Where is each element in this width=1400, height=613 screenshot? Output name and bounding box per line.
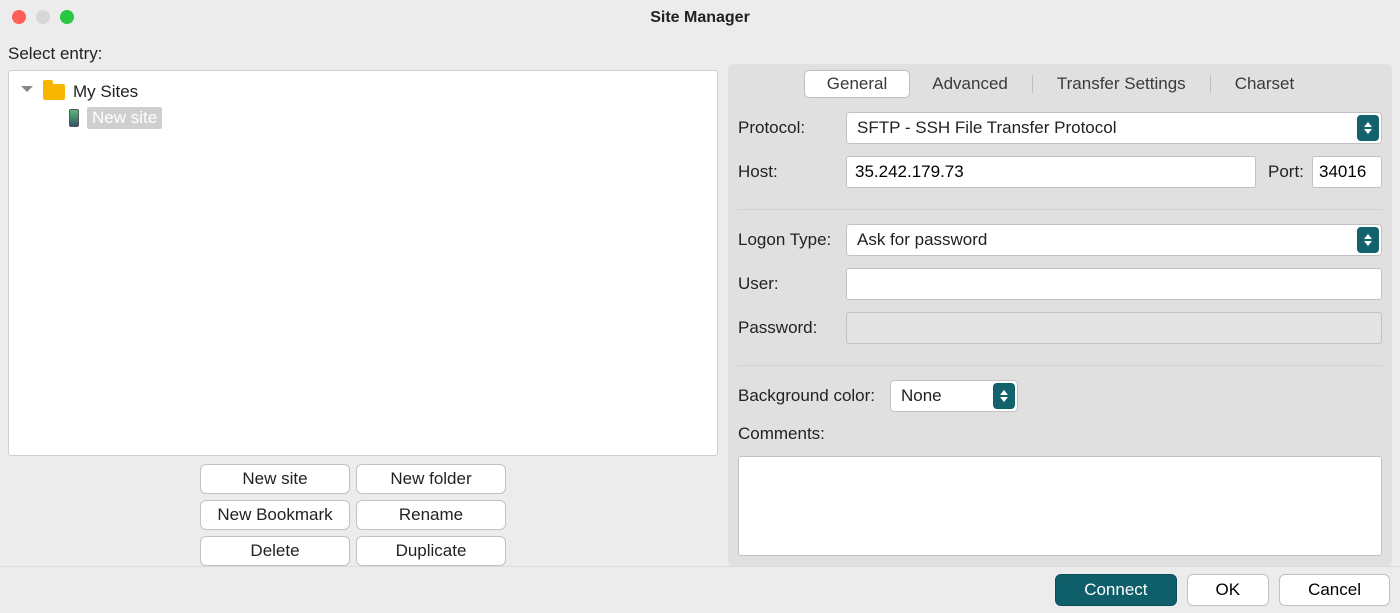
bgcolor-label: Background color: <box>738 386 890 406</box>
site-label: New site <box>87 107 162 129</box>
select-entry-label: Select entry: <box>8 36 718 70</box>
settings-tabs: General Advanced Transfer Settings Chars… <box>738 70 1382 98</box>
bgcolor-value: None <box>901 386 942 406</box>
new-bookmark-button[interactable]: New Bookmark <box>200 500 350 530</box>
logon-type-label: Logon Type: <box>738 230 846 250</box>
protocol-label: Protocol: <box>738 118 846 138</box>
new-site-button[interactable]: New site <box>200 464 350 494</box>
logon-type-value: Ask for password <box>857 230 987 250</box>
user-label: User: <box>738 274 846 294</box>
window-controls <box>12 10 74 24</box>
cancel-button[interactable]: Cancel <box>1279 574 1390 606</box>
ok-button[interactable]: OK <box>1187 574 1270 606</box>
tree-item-new-site[interactable]: New site <box>11 105 715 131</box>
select-arrows-icon <box>1357 115 1379 141</box>
select-arrows-icon <box>1357 227 1379 253</box>
duplicate-button[interactable]: Duplicate <box>356 536 506 566</box>
tab-charset[interactable]: Charset <box>1213 71 1317 97</box>
bgcolor-select[interactable]: None <box>890 380 1018 412</box>
divider <box>738 358 1382 366</box>
entries-panel: Select entry: My Sites New site New site… <box>8 36 718 566</box>
site-settings-panel: General Advanced Transfer Settings Chars… <box>728 64 1392 566</box>
tab-transfer[interactable]: Transfer Settings <box>1035 71 1208 97</box>
minimize-icon[interactable] <box>36 10 50 24</box>
select-arrows-icon <box>993 383 1015 409</box>
user-input[interactable] <box>846 268 1382 300</box>
tab-advanced[interactable]: Advanced <box>910 71 1030 97</box>
host-input[interactable] <box>846 156 1256 188</box>
new-folder-button[interactable]: New folder <box>356 464 506 494</box>
protocol-value: SFTP - SSH File Transfer Protocol <box>857 118 1116 138</box>
server-icon <box>69 109 79 127</box>
logon-type-select[interactable]: Ask for password <box>846 224 1382 256</box>
connect-button[interactable]: Connect <box>1055 574 1176 606</box>
zoom-icon[interactable] <box>60 10 74 24</box>
tree-root[interactable]: My Sites <box>11 79 715 105</box>
delete-button[interactable]: Delete <box>200 536 350 566</box>
window-title: Site Manager <box>650 9 750 27</box>
port-label: Port: <box>1268 162 1312 182</box>
comments-textarea[interactable] <box>738 456 1382 556</box>
chevron-down-icon[interactable] <box>21 86 33 98</box>
entry-buttons: New site New folder New Bookmark Rename … <box>200 464 718 566</box>
password-input[interactable] <box>846 312 1382 344</box>
site-tree[interactable]: My Sites New site <box>8 70 718 456</box>
tab-general[interactable]: General <box>804 70 910 98</box>
rename-button[interactable]: Rename <box>356 500 506 530</box>
dialog-footer: Connect OK Cancel <box>0 566 1400 612</box>
port-input[interactable] <box>1312 156 1382 188</box>
host-label: Host: <box>738 162 846 182</box>
titlebar: Site Manager <box>0 0 1400 36</box>
tab-separator <box>1210 75 1211 93</box>
password-label: Password: <box>738 318 846 338</box>
divider <box>738 202 1382 210</box>
comments-label: Comments: <box>738 424 846 444</box>
close-icon[interactable] <box>12 10 26 24</box>
tab-separator <box>1032 75 1033 93</box>
folder-icon <box>43 84 65 100</box>
protocol-select[interactable]: SFTP - SSH File Transfer Protocol <box>846 112 1382 144</box>
root-label: My Sites <box>73 82 138 102</box>
